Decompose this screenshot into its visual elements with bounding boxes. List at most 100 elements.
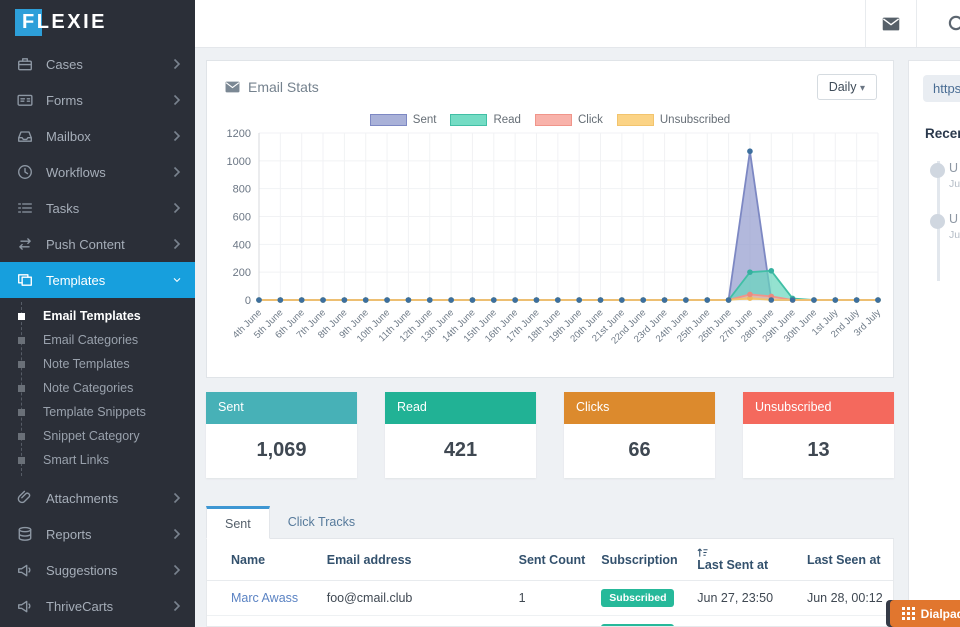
legend-item-sent[interactable]: Sent — [370, 114, 437, 126]
contacts-table: NameEmail addressSent CountSubscriptionL… — [207, 539, 893, 627]
tab-click-tracks-label: Click Tracks — [288, 515, 355, 529]
submenu-item-email-templates[interactable]: Email Templates — [0, 304, 195, 328]
column-header-last-sent-at[interactable]: Last Sent at — [687, 539, 797, 581]
submenu-item-template-snippets[interactable]: Template Snippets — [0, 400, 195, 424]
recent-item[interactable]: UJu — [909, 151, 960, 202]
bullet-icon — [18, 361, 25, 368]
stat-cards-row: Sent1,069 Read421 Clicks66 Unsubscribed13 — [206, 392, 894, 478]
svg-text:800: 800 — [233, 184, 251, 196]
range-selector-button[interactable]: Daily ▾ — [817, 74, 877, 100]
legend-item-click[interactable]: Click — [535, 114, 603, 126]
sort-icon — [697, 547, 708, 558]
sidebar-item-label: Templates — [46, 273, 173, 288]
legend-label: Sent — [413, 114, 437, 126]
forms-icon — [17, 92, 33, 108]
sidebar-item-workflows[interactable]: Workflows — [0, 154, 195, 190]
url-chip[interactable]: https: — [923, 75, 960, 102]
table-header-row: NameEmail addressSent CountSubscriptionL… — [207, 539, 893, 581]
sidebar-item-cases[interactable]: Cases — [0, 46, 195, 82]
svg-text:600: 600 — [233, 212, 251, 224]
chevron-right-icon — [173, 130, 181, 142]
svg-text:200: 200 — [233, 267, 251, 279]
sidebar-item-templates[interactable]: Templates — [0, 262, 195, 298]
column-header-sent-count[interactable]: Sent Count — [509, 539, 592, 581]
sidebar-item-push-content[interactable]: Push Content — [0, 226, 195, 262]
messages-button[interactable] — [865, 0, 917, 47]
legend-item-unsubscribed[interactable]: Unsubscribed — [617, 114, 730, 126]
sidebar-item-label: Forms — [46, 93, 173, 108]
submenu-item-label: Template Snippets — [43, 405, 146, 419]
contact-email: foo@cmail.club — [317, 581, 509, 616]
legend-swatch — [617, 114, 654, 126]
submenu-item-label: Note Categories — [43, 381, 133, 395]
stat-card-value: 1,069 — [206, 424, 357, 478]
sent-count: 1 — [509, 616, 592, 627]
legend-swatch — [450, 114, 487, 126]
stat-card-value: 421 — [385, 424, 536, 478]
stat-card-unsubscribed: Unsubscribed13 — [743, 392, 894, 478]
panel-title: Email Stats — [248, 79, 319, 95]
search-button[interactable] — [917, 0, 960, 47]
recent-item-subtitle: Ju — [949, 178, 960, 190]
dialpad-button[interactable]: Dialpad — [890, 600, 960, 627]
submenu-item-label: Email Categories — [43, 333, 138, 347]
sidebar-item-thrivecarts[interactable]: ThriveCarts — [0, 588, 195, 624]
sidebar-item-label: Workflows — [46, 165, 173, 180]
chevron-right-icon — [173, 600, 181, 612]
table-row: John Stallmanhello@yourfreeyouth.com1Sub… — [207, 616, 893, 627]
grid-icon — [902, 607, 915, 620]
search-icon — [948, 15, 960, 35]
templates-submenu: Email Templates Email Categories Note Temp… — [0, 298, 195, 480]
range-selector-label: Daily — [829, 80, 857, 94]
recent-title: Recent — [925, 126, 960, 141]
legend-label: Click — [578, 114, 603, 126]
contacts-section: Sent Click Tracks NameEmail addressSent … — [206, 506, 894, 627]
stat-card-label: Sent — [206, 392, 357, 424]
contact-email: hello@yourfreeyouth.com — [317, 616, 509, 627]
stat-card-label: Read — [385, 392, 536, 424]
last-sent-at: Jun 27, 23:50 — [687, 581, 797, 616]
sidebar-item-attachments[interactable]: Attachments — [0, 480, 195, 516]
submenu-item-snippet-category[interactable]: Snippet Category — [0, 424, 195, 448]
sidebar-item-tasks[interactable]: Tasks — [0, 190, 195, 226]
column-header-last-seen-at[interactable]: Last Seen at — [797, 539, 893, 581]
chevron-down-icon — [173, 274, 181, 286]
submenu-item-note-categories[interactable]: Note Categories — [0, 376, 195, 400]
brand-logo[interactable]: FLEXIE — [0, 0, 195, 46]
dialpad-label: Dialpad — [921, 607, 960, 621]
tabs: Sent Click Tracks — [206, 506, 894, 539]
sidebar-item-reports[interactable]: Reports — [0, 516, 195, 552]
column-header-subscription[interactable]: Subscription — [591, 539, 687, 581]
contact-name-link[interactable]: Marc Awass — [231, 591, 298, 605]
bullet-icon — [18, 433, 25, 440]
submenu-item-note-templates[interactable]: Note Templates — [0, 352, 195, 376]
topbar-actions — [865, 0, 960, 47]
sidebar-item-forms[interactable]: Forms — [0, 82, 195, 118]
email-stats-chart: 0200400600800100012004th June5th June6th… — [207, 128, 895, 368]
sidebar-item-suggestions[interactable]: Suggestions — [0, 552, 195, 588]
subscription-badge: Subscribed — [601, 589, 674, 607]
chevron-right-icon — [173, 202, 181, 214]
recent-item[interactable]: UJu — [909, 202, 960, 253]
sidebar-item-mailbox[interactable]: Mailbox — [0, 118, 195, 154]
column-header-email-address[interactable]: Email address — [317, 539, 509, 581]
caret-down-icon: ▾ — [860, 83, 865, 94]
email-stats-title-row: Email Stats — [225, 79, 319, 95]
tab-sent[interactable]: Sent — [206, 506, 270, 539]
legend-swatch — [370, 114, 407, 126]
submenu-item-email-categories[interactable]: Email Categories — [0, 328, 195, 352]
tab-click-tracks[interactable]: Click Tracks — [270, 506, 373, 538]
column-header-name[interactable]: Name — [207, 539, 317, 581]
submenu-item-smart-links[interactable]: Smart Links — [0, 448, 195, 472]
email-stats-chart-wrap: 0200400600800100012004th June5th June6th… — [207, 128, 893, 368]
stat-card-clicks: Clicks66 — [564, 392, 715, 478]
workflows-icon — [17, 164, 33, 180]
sent-count: 1 — [509, 581, 592, 616]
legend-item-read[interactable]: Read — [450, 114, 521, 126]
push-content-icon — [17, 236, 33, 252]
stat-card-sent: Sent1,069 — [206, 392, 357, 478]
bullet-icon — [18, 457, 25, 464]
chevron-right-icon — [173, 528, 181, 540]
reports-icon — [17, 526, 33, 542]
svg-text:400: 400 — [233, 239, 251, 251]
